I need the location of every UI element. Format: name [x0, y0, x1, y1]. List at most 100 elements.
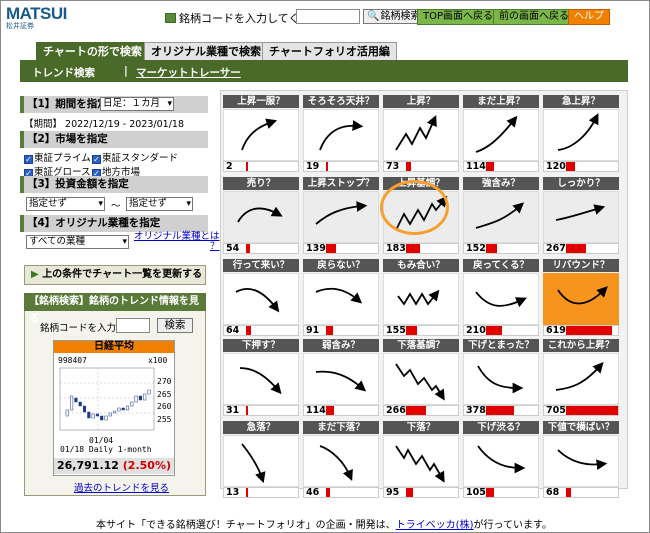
pattern-label[interactable]: これから上昇？	[543, 339, 619, 352]
pattern-chart[interactable]	[383, 435, 459, 487]
pattern-card[interactable]: 戻らない？ 91	[303, 259, 379, 336]
pattern-label[interactable]: 行って来い？	[223, 259, 299, 272]
pattern-label[interactable]: しっかり？	[543, 177, 619, 190]
pattern-label[interactable]: 弱含み？	[303, 339, 379, 352]
pattern-label[interactable]: 下値で横ばい？	[543, 421, 619, 434]
pattern-chart[interactable]	[223, 435, 299, 487]
subnav-trend-search[interactable]: トレンド検索	[32, 65, 95, 80]
pattern-card[interactable]: 売り？ 54	[223, 177, 299, 254]
update-chart-list-button[interactable]: ▶ 上の条件でチャート一覧を更新する	[24, 265, 206, 285]
pattern-label[interactable]: 急落？	[223, 421, 299, 434]
pattern-label[interactable]: リバウンド？	[543, 259, 619, 272]
subnav-market-tracer[interactable]: マーケットトレーサー	[136, 65, 241, 80]
industry-help-link[interactable]: オリジナル業種とは ？	[134, 232, 220, 252]
market-prime[interactable]: ✓ 東証プライム	[24, 150, 91, 164]
count-bar-fill	[406, 162, 411, 171]
pattern-card[interactable]: リバウンド？ 619	[543, 259, 619, 336]
pattern-card[interactable]: 下げとまった？ 378	[463, 339, 539, 416]
pattern-chart[interactable]	[543, 109, 619, 161]
pattern-label[interactable]: まだ上昇？	[463, 95, 539, 108]
top-button[interactable]: TOP画面へ戻る	[417, 9, 500, 25]
pattern-card[interactable]: まだ上昇？ 114	[463, 95, 539, 172]
pattern-chart[interactable]	[543, 353, 619, 405]
pattern-chart[interactable]	[463, 109, 539, 161]
pattern-chart[interactable]	[223, 353, 299, 405]
pattern-chart[interactable]	[383, 109, 459, 161]
pattern-card[interactable]: もみ合い？ 155	[383, 259, 459, 336]
count-bar-fill	[326, 406, 334, 415]
pattern-card[interactable]: 行って来い？ 64	[223, 259, 299, 336]
header-code-input[interactable]	[296, 9, 360, 24]
pattern-card[interactable]: 上昇一服？ 2	[223, 95, 299, 172]
pattern-label[interactable]: 下落？	[383, 421, 459, 434]
trend-code-input[interactable]	[116, 318, 150, 333]
pattern-card[interactable]: 急上昇？ 120	[543, 95, 619, 172]
trend-arrow-icon	[555, 361, 604, 391]
market-standard[interactable]: ✓ 東証スタンダード	[92, 150, 178, 164]
pattern-card[interactable]: 下落？ 95	[383, 421, 459, 498]
pattern-label[interactable]: 戻ってくる？	[463, 259, 539, 272]
pattern-chart[interactable]	[463, 435, 539, 487]
pattern-chart[interactable]	[543, 273, 619, 325]
pattern-chart[interactable]	[543, 191, 619, 243]
pattern-card[interactable]: 下落基調？ 266	[383, 339, 459, 416]
checkbox-icon[interactable]: ✓	[92, 155, 101, 164]
pattern-label[interactable]: 戻らない？	[303, 259, 379, 272]
pattern-chart[interactable]	[303, 353, 379, 405]
pattern-label[interactable]: 下押す？	[223, 339, 299, 352]
pattern-card[interactable]: 上昇？ 73	[383, 95, 459, 172]
footer-link[interactable]: トライベッカ(株)	[396, 520, 474, 531]
pattern-label[interactable]: 強含み？	[463, 177, 539, 190]
pattern-chart[interactable]	[463, 353, 539, 405]
pattern-chart[interactable]	[463, 191, 539, 243]
pattern-card[interactable]: まだ下落？ 46	[303, 421, 379, 498]
tab-original-industry[interactable]: オリジナル業種で検索	[144, 42, 268, 60]
pattern-label[interactable]: 下げとまった？	[463, 339, 539, 352]
pattern-chart[interactable]	[303, 191, 379, 243]
pattern-label[interactable]: 上昇？	[383, 95, 459, 108]
pattern-label[interactable]: もみ合い？	[383, 259, 459, 272]
pattern-card[interactable]: 戻ってくる？ 210	[463, 259, 539, 336]
pattern-card[interactable]: これから上昇？ 705	[543, 339, 619, 416]
header-search-button[interactable]: 🔍 銘柄検索	[363, 9, 425, 24]
pattern-card[interactable]: 強含み？ 152	[463, 177, 539, 254]
pattern-chart[interactable]	[303, 435, 379, 487]
matsui-logo[interactable]: MATSUI 松井証券	[6, 5, 68, 30]
pattern-card[interactable]: 急落？ 13	[223, 421, 299, 498]
pattern-card[interactable]: しっかり？ 267	[543, 177, 619, 254]
pattern-chart[interactable]	[463, 273, 539, 325]
pattern-card[interactable]: 下値で横ばい？ 68	[543, 421, 619, 498]
pattern-chart[interactable]	[223, 109, 299, 161]
pattern-chart[interactable]	[223, 273, 299, 325]
pattern-card[interactable]: 上昇ストップ？ 139	[303, 177, 379, 254]
period-select[interactable]: 日足：１カ月	[100, 97, 174, 111]
pattern-card[interactable]: そろそろ天井？ 19	[303, 95, 379, 172]
tab-chartfolio[interactable]: チャートフォリオ活用編	[262, 42, 397, 60]
pattern-card[interactable]: 弱含み？ 114	[303, 339, 379, 416]
amount-to-select[interactable]: 指定せず	[126, 197, 193, 211]
pattern-label[interactable]: 急上昇？	[543, 95, 619, 108]
pattern-label[interactable]: 下落基調？	[383, 339, 459, 352]
industry-select[interactable]: すべての業種	[26, 235, 129, 249]
pattern-label[interactable]: 売り？	[223, 177, 299, 190]
pattern-chart[interactable]	[383, 273, 459, 325]
pattern-card[interactable]: 下げ渋る？ 105	[463, 421, 539, 498]
checkbox-icon[interactable]: ✓	[24, 155, 33, 164]
pattern-card[interactable]: 下押す？ 31	[223, 339, 299, 416]
tab-chart-shape[interactable]: チャートの形で検索	[36, 42, 149, 60]
pattern-chart[interactable]	[543, 435, 619, 487]
pattern-label[interactable]: 上昇一服？	[223, 95, 299, 108]
amount-from-select[interactable]: 指定せず	[26, 197, 105, 211]
pattern-label[interactable]: そろそろ天井？	[303, 95, 379, 108]
pattern-label[interactable]: 下げ渋る？	[463, 421, 539, 434]
past-trend-link[interactable]: 過去のトレンドを見る	[74, 480, 169, 494]
pattern-label[interactable]: 上昇ストップ？	[303, 177, 379, 190]
trend-search-button[interactable]: 検索	[157, 318, 193, 333]
help-button[interactable]: ヘルプ	[568, 9, 610, 25]
pattern-chart[interactable]	[303, 109, 379, 161]
pattern-chart[interactable]	[303, 273, 379, 325]
pattern-chart[interactable]	[383, 353, 459, 405]
pattern-label[interactable]: まだ下落？	[303, 421, 379, 434]
prev-button[interactable]: 前の画面へ戻る	[493, 9, 575, 25]
pattern-chart[interactable]	[223, 191, 299, 243]
